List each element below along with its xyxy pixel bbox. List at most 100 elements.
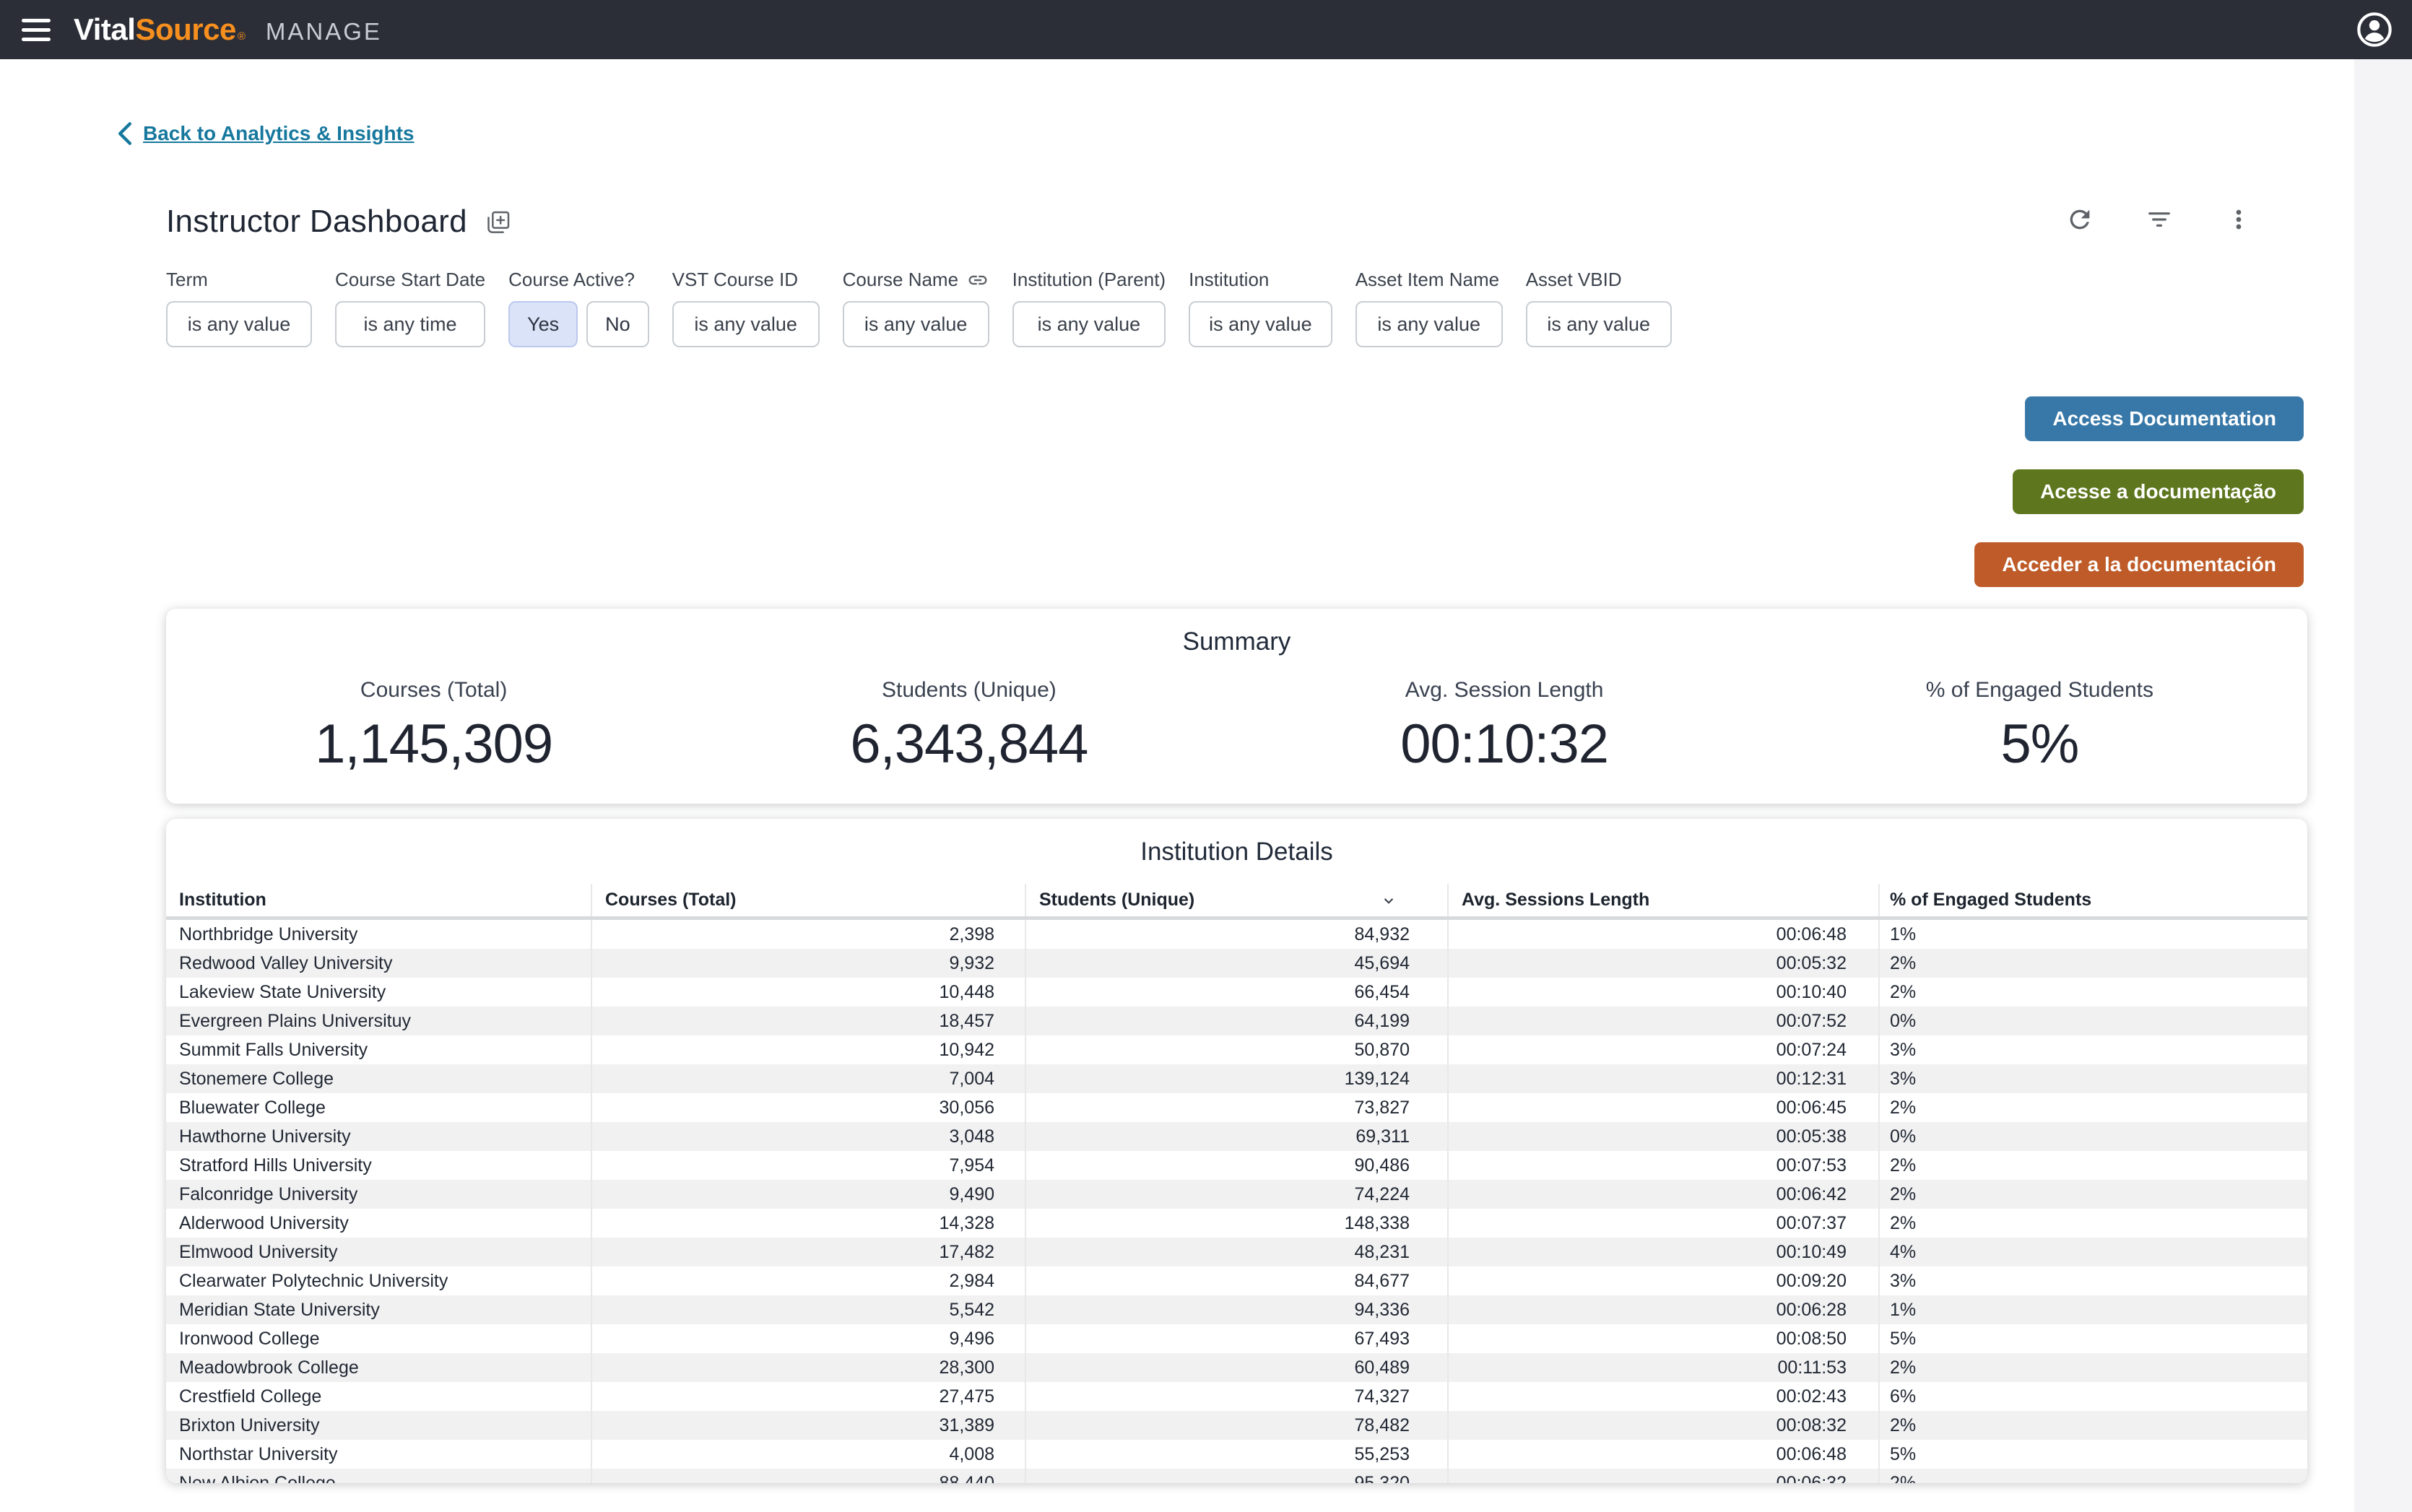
value-cell: 2% [1890,1357,1917,1378]
value-cell: 7,954 [592,1151,1026,1180]
value-cell: 5% [1890,1443,1917,1464]
filter-value-dropdown[interactable]: is any value [1012,301,1166,347]
value-cell: 69,311 [1026,1122,1449,1151]
institution-cell: Northbridge University [166,920,592,949]
value-cell: 00:08:32 [1449,1411,1880,1440]
value-cell: 00:09:20 [1449,1266,1880,1295]
institution-cell: Northstar University [166,1440,592,1469]
table-row: Evergreen Plains Universituy 18,457 64,199… [166,1007,2307,1035]
refresh-icon[interactable] [2065,205,2094,234]
filter-label: Course Name [843,269,989,291]
stat-label: Students (Unique) [881,678,1057,702]
value-cell: 00:07:24 [1449,1035,1880,1064]
menu-icon[interactable] [22,18,51,41]
toggle-option-no[interactable]: No [586,301,649,347]
filter-course-active: Course Active? Yes No [508,269,649,347]
summary-tile: Summary Courses (Total) 1,145,309 Students… [166,609,2307,804]
institution-cell: Evergreen Plains Universituy [166,1007,592,1035]
institution-cell: Clearwater Polytechnic University [166,1266,592,1295]
value-cell: 64,199 [1026,1007,1449,1035]
filter-icon[interactable] [2145,205,2174,234]
institution-cell: Falconridge University [166,1180,592,1209]
filter-value-dropdown[interactable]: is any value [1355,301,1503,347]
filter-value-dropdown[interactable]: is any value [166,301,312,347]
filter-value-dropdown[interactable]: is any value [672,301,820,347]
value-cell: 2,984 [592,1266,1026,1295]
value-cell: 00:10:49 [1449,1238,1880,1266]
institution-cell: Redwood Valley University [166,949,592,978]
value-cell: 94,336 [1026,1295,1449,1324]
filter-label: Institution [1189,269,1270,290]
value-cell: 14,328 [592,1209,1026,1238]
value-cell: 95,320 [1026,1469,1449,1483]
value-cell: 45,694 [1026,949,1449,978]
doc-button-en[interactable]: Access Documentation [2025,396,2304,441]
filter-vst-course-id: VST Course ID is any value [672,269,820,347]
value-cell: 67,493 [1026,1324,1449,1353]
value-cell: 3% [1890,1039,1917,1060]
filter-term: Term is any value [166,269,312,347]
copy-dashboard-icon[interactable] [483,209,512,238]
value-cell: 00:12:31 [1449,1064,1880,1093]
table-row: Ironwood College 9,496 67,493 00:08:50 5% [166,1324,2307,1353]
institution-details-title: Institution Details [1140,838,1333,866]
filter-label: Asset VBID [1525,269,1622,290]
value-cell: 84,677 [1026,1266,1449,1295]
value-cell: 9,490 [592,1180,1026,1209]
back-to-analytics-link[interactable]: Back to Analytics & Insights [116,121,415,146]
filter-value-dropdown[interactable]: is any value [1189,301,1332,347]
value-cell: 148,338 [1026,1209,1449,1238]
value-cell: 2% [1890,1415,1917,1435]
filter-value-dropdown[interactable]: is any value [842,301,989,347]
institution-cell: Meridian State University [166,1295,592,1324]
doc-button-pt[interactable]: Acesse a documentação [2013,469,2304,514]
logo-trademark: ® [237,30,246,43]
value-cell: 2% [1890,1472,1917,1484]
value-cell: 74,327 [1026,1382,1449,1411]
filter-value-dropdown[interactable]: is any time [335,301,486,347]
filter-value-dropdown[interactable]: is any value [1525,301,1672,347]
value-cell: 28,300 [592,1353,1026,1382]
column-header-of-engaged-students[interactable]: % of Engaged Students [1880,884,2307,916]
instructor-dashboard-page: Vital Source ® MANAGE Back to Analytics & … [0,0,2412,1512]
filter-toggle-group: Yes No [508,301,649,347]
filter-asset-vbid: Asset VBID is any value [1525,269,1672,347]
value-cell: 88,440 [592,1469,1026,1483]
dashboard-gutter [2354,59,2412,1512]
doc-button-es[interactable]: Acceder a la documentación [1974,542,2304,587]
column-header-institution[interactable]: Institution [166,884,592,916]
table-row: Elmwood University 17,482 48,231 00:10:49 4% [166,1238,2307,1266]
value-cell: 1% [1890,924,1917,944]
column-header-courses-total[interactable]: Courses (Total) [592,884,1026,916]
value-cell: 00:06:48 [1449,920,1880,949]
value-cell: 90,486 [1026,1151,1449,1180]
value-cell: 3% [1890,1270,1917,1291]
stat-value: 5% [2000,713,2079,775]
value-cell: 0% [1890,1010,1917,1031]
value-cell: 5,542 [592,1295,1026,1324]
column-header-students-unique[interactable]: Students (Unique) [1026,884,1449,916]
summary-stat-avg-session-length: Avg. Session Length 00:10:32 [1237,678,1772,775]
toggle-option-yes[interactable]: Yes [508,301,578,347]
institution-cell: Elmwood University [166,1238,592,1266]
dashboard-actions [2065,205,2253,234]
column-header-avg-sessions-length[interactable]: Avg. Sessions Length [1449,884,1880,916]
table-row: Northbridge University 2,398 84,932 00:06:4… [166,920,2307,949]
value-cell: 2% [1890,981,1917,1002]
institution-cell: Summit Falls University [166,1035,592,1064]
value-cell: 17,482 [592,1238,1026,1266]
value-cell: 7,004 [592,1064,1026,1093]
table-row: Meridian State University 5,542 94,336 00:0… [166,1295,2307,1324]
value-cell: 10,942 [592,1035,1026,1064]
table-row: Summit Falls University 10,942 50,870 00:07… [166,1035,2307,1064]
filter-label: VST Course ID [672,269,799,290]
table-row: New Albion College 88,440 95,320 00:06:32 2% [166,1469,2307,1483]
more-vert-icon[interactable] [2224,205,2253,234]
value-cell: 00:06:42 [1449,1180,1880,1209]
institution-cell: New Albion College [166,1469,592,1483]
institution-cell: Ironwood College [166,1324,592,1353]
value-cell: 00:07:37 [1449,1209,1880,1238]
account-circle-icon[interactable] [2356,11,2393,48]
sort-chevron-down-icon[interactable] [1379,891,1398,910]
top-app-bar: Vital Source ® MANAGE [0,0,2412,59]
